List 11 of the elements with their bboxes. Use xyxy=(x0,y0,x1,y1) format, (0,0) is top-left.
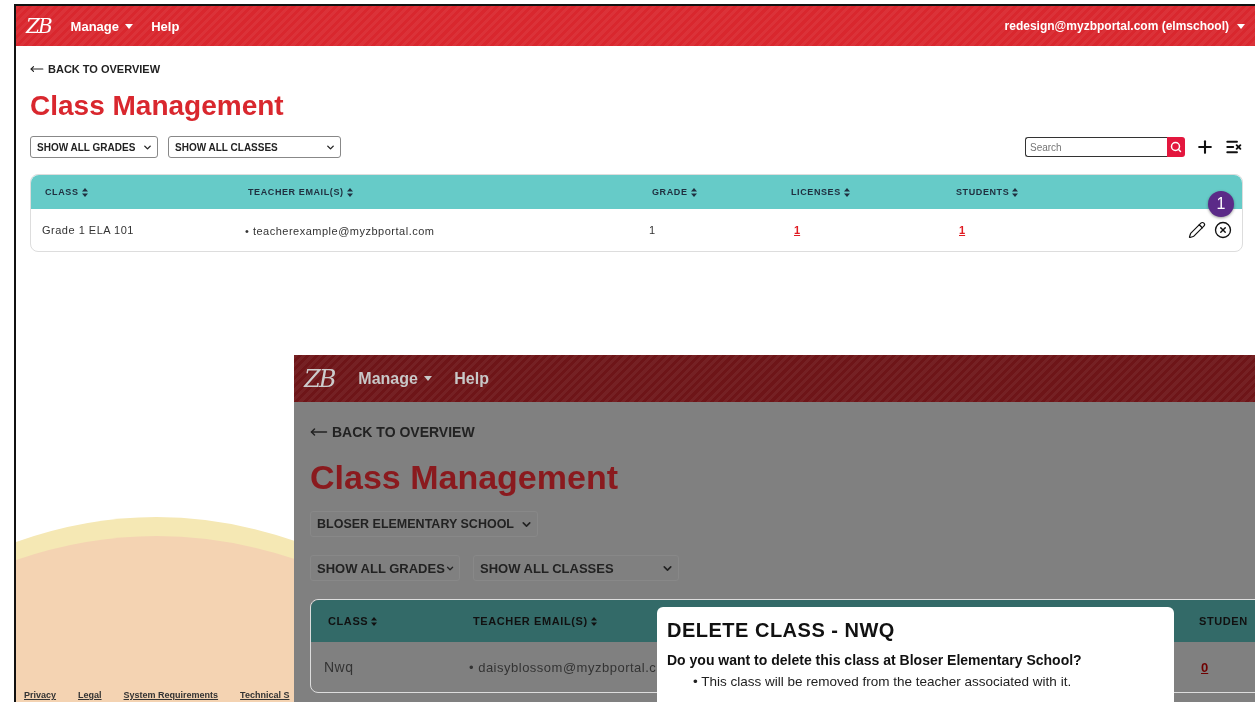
table-cell-text: Nwq xyxy=(324,659,355,675)
table-cell-text: Grade 1 ELA 101 xyxy=(42,224,135,236)
page-title: Class Management xyxy=(30,90,285,122)
teacher-email: • daisyblossom@myzbportal.c xyxy=(469,660,657,675)
step-badge: 1 xyxy=(1208,191,1234,217)
dialog-title: DELETE CLASS - NWQ xyxy=(667,619,896,642)
dialog-bullet: • This class will be removed from the teacher associated with it. xyxy=(693,674,1073,690)
dialog-question: Do you want to delete this class at Bloser Elementary School? xyxy=(667,652,1083,668)
table-cell-text: 1 xyxy=(649,224,657,236)
teacher-email: • teacherexample@myzbportal.com xyxy=(245,225,435,237)
page-title: Class Management xyxy=(310,458,619,497)
